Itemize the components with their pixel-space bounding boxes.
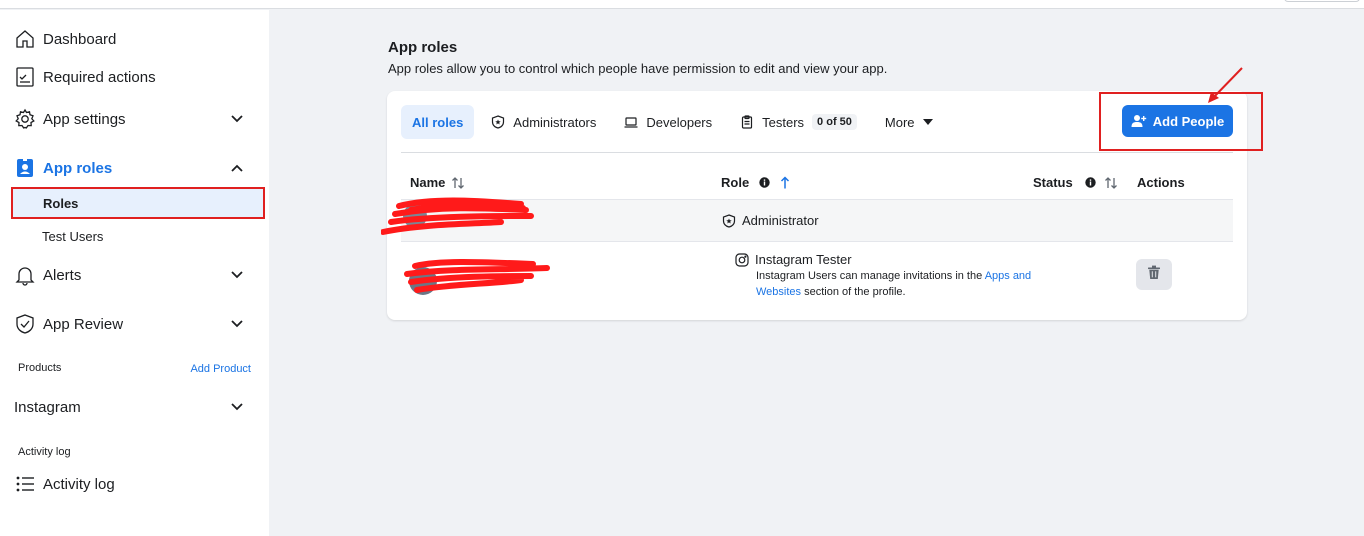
chevron-down-icon	[231, 318, 243, 330]
redacted-name-scribble	[381, 197, 534, 235]
sidebar-subitem-label: Roles	[43, 195, 79, 211]
tab-label: Administrators	[513, 114, 597, 130]
sidebar-item-label: App roles	[43, 159, 113, 177]
redacted-name-scribble	[404, 259, 550, 295]
sidebar: Dashboard Required actions App settings …	[0, 10, 269, 536]
testers-count-badge: 0 of 50	[812, 114, 857, 130]
chevron-down-icon	[231, 269, 243, 281]
divider	[401, 152, 1233, 153]
sidebar-item-instagram[interactable]: Instagram	[0, 395, 269, 419]
list-icon	[14, 473, 36, 495]
tab-label: All roles	[412, 114, 464, 130]
roles-card: All roles Administrators Developers Test…	[381, 91, 1263, 320]
column-header-role[interactable]: Role	[721, 175, 790, 190]
page-title: App roles	[388, 39, 458, 56]
role-cell: Instagram Tester	[735, 252, 852, 267]
info-icon	[1085, 177, 1096, 188]
sidebar-item-alerts[interactable]: Alerts	[0, 263, 269, 287]
sidebar-item-required-actions[interactable]: Required actions	[0, 65, 269, 89]
sidebar-item-label: Instagram	[14, 398, 81, 416]
checklist-icon	[14, 66, 36, 88]
sidebar-item-dashboard[interactable]: Dashboard	[0, 27, 269, 51]
sidebar-item-app-review[interactable]: App Review	[0, 312, 269, 336]
shield-star-icon	[491, 115, 505, 129]
sidebar-item-label: App Review	[43, 315, 124, 333]
activity-section-label: Activity log	[18, 446, 71, 458]
add-person-icon	[1131, 114, 1147, 128]
table-row: Administrator	[381, 197, 1233, 242]
top-bar	[0, 0, 1364, 9]
bell-icon	[14, 264, 36, 286]
role-tabs: All roles Administrators Developers Test…	[401, 105, 950, 139]
sidebar-item-activity-log[interactable]: Activity log	[0, 472, 269, 496]
tab-administrators[interactable]: Administrators	[480, 105, 607, 139]
role-label: Instagram Tester	[755, 252, 852, 267]
shield-star-icon	[722, 214, 736, 228]
caret-down-icon	[922, 119, 933, 125]
chevron-up-icon	[231, 162, 243, 174]
id-badge-icon	[14, 157, 36, 179]
page-description: App roles allow you to control which peo…	[388, 61, 888, 76]
tab-testers[interactable]: Testers 0 of 50	[729, 105, 868, 139]
red-annotation-arrow	[1208, 67, 1243, 103]
sidebar-subitem-roles[interactable]: Roles	[11, 187, 265, 219]
sidebar-subitem-test-users[interactable]: Test Users	[12, 220, 264, 252]
tab-label: More	[884, 114, 915, 130]
chevron-down-icon	[231, 401, 243, 413]
sidebar-item-app-settings[interactable]: App settings	[0, 107, 269, 131]
role-label: Administrator	[742, 213, 819, 228]
chevron-down-icon	[231, 113, 243, 125]
column-header-name[interactable]: Name	[410, 175, 465, 190]
sidebar-item-label: App settings	[43, 110, 126, 128]
add-product-link[interactable]: Add Product	[190, 363, 251, 375]
table-row: Instagram Tester Instagram Users can man…	[401, 242, 1233, 320]
house-icon	[14, 28, 36, 50]
info-icon	[759, 177, 770, 188]
add-people-label: Add People	[1152, 113, 1225, 129]
role-description: Instagram Users can manage invitations i…	[756, 270, 1032, 298]
delete-button[interactable]	[1136, 259, 1172, 290]
instagram-icon	[735, 253, 749, 267]
sidebar-item-app-roles[interactable]: App roles	[0, 156, 269, 180]
trash-icon	[1147, 265, 1161, 285]
sort-ascending-icon	[780, 176, 790, 189]
add-people-button[interactable]: Add People	[1122, 105, 1233, 137]
laptop-icon	[624, 115, 638, 129]
shield-check-icon	[14, 313, 36, 335]
column-header-actions: Actions	[1137, 175, 1185, 190]
sort-icon	[451, 176, 465, 189]
top-bar-button[interactable]	[1284, 0, 1360, 2]
tab-label: Testers	[762, 114, 805, 130]
tab-all-roles[interactable]: All roles	[401, 105, 475, 139]
sort-icon	[1104, 176, 1118, 189]
role-cell: Administrator	[722, 213, 819, 228]
products-section-label: Products	[18, 362, 62, 374]
sidebar-item-label: Alerts	[43, 266, 82, 284]
clipboard-icon	[740, 115, 754, 129]
sidebar-item-label: Required actions	[43, 68, 156, 86]
sidebar-item-label: Activity log	[43, 475, 115, 493]
sidebar-item-label: Dashboard	[43, 30, 117, 48]
gear-icon	[14, 108, 36, 130]
column-header-status[interactable]: Status	[1033, 175, 1118, 190]
tab-more[interactable]: More	[874, 105, 944, 139]
tab-developers[interactable]: Developers	[613, 105, 723, 139]
sidebar-subitem-label: Test Users	[42, 228, 104, 244]
tab-label: Developers	[646, 114, 713, 130]
